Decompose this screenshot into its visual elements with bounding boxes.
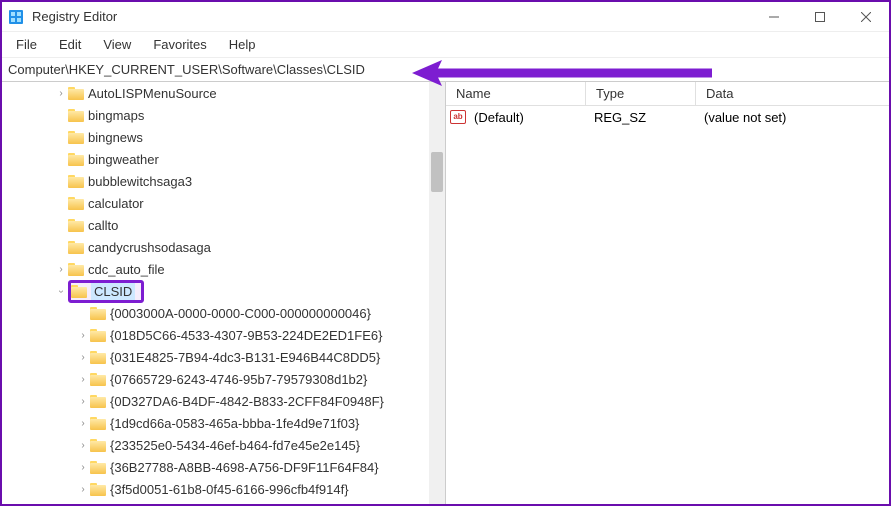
tree-item-label: callto bbox=[88, 218, 118, 233]
tree-item-label: calculator bbox=[88, 196, 144, 211]
folder-icon bbox=[68, 197, 84, 210]
tree-item-selected[interactable]: › CLSID bbox=[2, 280, 445, 302]
tree-item-label: {07665729-6243-4746-95b7-79579308d1b2} bbox=[110, 372, 367, 387]
expander-icon[interactable]: › bbox=[76, 374, 90, 385]
folder-icon bbox=[68, 219, 84, 232]
list-pane: Name Type Data ab (Default) REG_SZ (valu… bbox=[446, 82, 889, 504]
expander-icon[interactable]: › bbox=[76, 352, 90, 363]
tree-item[interactable]: callto bbox=[2, 214, 445, 236]
app-icon bbox=[8, 9, 24, 25]
expander-icon[interactable]: › bbox=[56, 284, 67, 298]
folder-icon bbox=[68, 241, 84, 254]
expander-icon[interactable]: › bbox=[76, 462, 90, 473]
folder-icon bbox=[68, 131, 84, 144]
tree-pane: › AutoLISPMenuSource bingmaps bingnews bingw… bbox=[2, 82, 446, 504]
maximize-button[interactable] bbox=[797, 2, 843, 32]
tree-item[interactable]: {0003000A-0000-0000-C000-000000000046} bbox=[2, 302, 445, 324]
tree-item-label: bubblewitchsaga3 bbox=[88, 174, 192, 189]
expander-icon[interactable]: › bbox=[76, 330, 90, 341]
tree-item-label: cdc_auto_file bbox=[88, 262, 165, 277]
tree-item[interactable]: bingmaps bbox=[2, 104, 445, 126]
folder-icon bbox=[68, 175, 84, 188]
tree-scrollbar[interactable] bbox=[429, 82, 445, 504]
folder-icon bbox=[68, 87, 84, 100]
folder-icon bbox=[90, 461, 106, 474]
col-data[interactable]: Data bbox=[696, 82, 889, 105]
tree-item[interactable]: › {36B27788-A8BB-4698-A756-DF9F11F64F84} bbox=[2, 456, 445, 478]
folder-icon bbox=[68, 263, 84, 276]
selection-highlight: CLSID bbox=[68, 280, 144, 303]
tree-item[interactable]: calculator bbox=[2, 192, 445, 214]
expander-icon[interactable]: › bbox=[76, 418, 90, 429]
col-name[interactable]: Name bbox=[446, 82, 586, 105]
menu-edit[interactable]: Edit bbox=[49, 34, 91, 55]
expander-icon[interactable]: › bbox=[76, 440, 90, 451]
tree-item-label: {0D327DA6-B4DF-4842-B833-2CFF84F0948F} bbox=[110, 394, 384, 409]
tree-item[interactable]: bingnews bbox=[2, 126, 445, 148]
menu-help[interactable]: Help bbox=[219, 34, 266, 55]
tree-item[interactable]: bubblewitchsaga3 bbox=[2, 170, 445, 192]
expander-icon[interactable]: › bbox=[76, 484, 90, 495]
folder-icon bbox=[90, 483, 106, 496]
folder-icon bbox=[68, 153, 84, 166]
value-data: (value not set) bbox=[700, 110, 889, 125]
tree-item-label: {031E4825-7B94-4dc3-B131-E946B44C8DD5} bbox=[110, 350, 380, 365]
value-type: REG_SZ bbox=[590, 110, 700, 125]
window-controls bbox=[751, 2, 889, 32]
tree-item[interactable]: candycrushsodasaga bbox=[2, 236, 445, 258]
tree-item-label: AutoLISPMenuSource bbox=[88, 86, 217, 101]
folder-icon bbox=[90, 329, 106, 342]
value-name: (Default) bbox=[470, 110, 590, 125]
expander-icon[interactable]: › bbox=[54, 88, 68, 99]
tree-item[interactable]: › {018D5C66-4533-4307-9B53-224DE2ED1FE6} bbox=[2, 324, 445, 346]
folder-icon bbox=[90, 351, 106, 364]
scroll-thumb[interactable] bbox=[431, 152, 443, 192]
menu-view[interactable]: View bbox=[93, 34, 141, 55]
address-text: Computer\HKEY_CURRENT_USER\Software\Clas… bbox=[8, 62, 365, 77]
menu-bar: File Edit View Favorites Help bbox=[2, 32, 889, 58]
minimize-button[interactable] bbox=[751, 2, 797, 32]
menu-favorites[interactable]: Favorites bbox=[143, 34, 216, 55]
title-bar: Registry Editor bbox=[2, 2, 889, 32]
col-type[interactable]: Type bbox=[586, 82, 696, 105]
address-bar[interactable]: Computer\HKEY_CURRENT_USER\Software\Clas… bbox=[2, 58, 889, 82]
list-header: Name Type Data bbox=[446, 82, 889, 106]
expander-icon[interactable]: › bbox=[54, 264, 68, 275]
window-title: Registry Editor bbox=[32, 9, 751, 24]
tree-item-label: {3f5d0051-61b8-0f45-6166-996cfb4f914f} bbox=[110, 482, 349, 497]
folder-icon bbox=[90, 373, 106, 386]
tree-item[interactable]: bingweather bbox=[2, 148, 445, 170]
folder-icon bbox=[90, 417, 106, 430]
menu-file[interactable]: File bbox=[6, 34, 47, 55]
tree-item-label: bingmaps bbox=[88, 108, 144, 123]
list-row[interactable]: ab (Default) REG_SZ (value not set) bbox=[446, 106, 889, 128]
tree-item-label: CLSID bbox=[91, 283, 135, 300]
expander-icon[interactable]: › bbox=[76, 396, 90, 407]
tree-item[interactable]: › {3f5d0051-61b8-0f45-6166-996cfb4f914f} bbox=[2, 478, 445, 500]
tree-item[interactable]: › {031E4825-7B94-4dc3-B131-E946B44C8DD5} bbox=[2, 346, 445, 368]
folder-icon bbox=[90, 439, 106, 452]
reg-string-icon: ab bbox=[450, 110, 466, 124]
tree-item-label: {1d9cd66a-0583-465a-bbba-1fe4d9e71f03} bbox=[110, 416, 359, 431]
tree-item[interactable]: › {1d9cd66a-0583-465a-bbba-1fe4d9e71f03} bbox=[2, 412, 445, 434]
close-button[interactable] bbox=[843, 2, 889, 32]
tree-item[interactable]: › {07665729-6243-4746-95b7-79579308d1b2} bbox=[2, 368, 445, 390]
tree-item[interactable]: › {0D327DA6-B4DF-4842-B833-2CFF84F0948F} bbox=[2, 390, 445, 412]
tree-item[interactable]: › cdc_auto_file bbox=[2, 258, 445, 280]
tree-item-label: {018D5C66-4533-4307-9B53-224DE2ED1FE6} bbox=[110, 328, 382, 343]
tree-item[interactable]: › AutoLISPMenuSource bbox=[2, 82, 445, 104]
folder-icon bbox=[90, 307, 106, 320]
folder-icon bbox=[90, 395, 106, 408]
tree-item-label: candycrushsodasaga bbox=[88, 240, 211, 255]
folder-icon bbox=[71, 285, 87, 298]
tree-item-label: {0003000A-0000-0000-C000-000000000046} bbox=[110, 306, 371, 321]
tree-item-label: bingweather bbox=[88, 152, 159, 167]
tree-item-label: {233525e0-5434-46ef-b464-fd7e45e2e145} bbox=[110, 438, 360, 453]
tree-item-label: bingnews bbox=[88, 130, 143, 145]
main-area: › AutoLISPMenuSource bingmaps bingnews bingw… bbox=[2, 82, 889, 504]
tree-item-label: {36B27788-A8BB-4698-A756-DF9F11F64F84} bbox=[110, 460, 379, 475]
tree-item[interactable]: › {233525e0-5434-46ef-b464-fd7e45e2e145} bbox=[2, 434, 445, 456]
folder-icon bbox=[68, 109, 84, 122]
